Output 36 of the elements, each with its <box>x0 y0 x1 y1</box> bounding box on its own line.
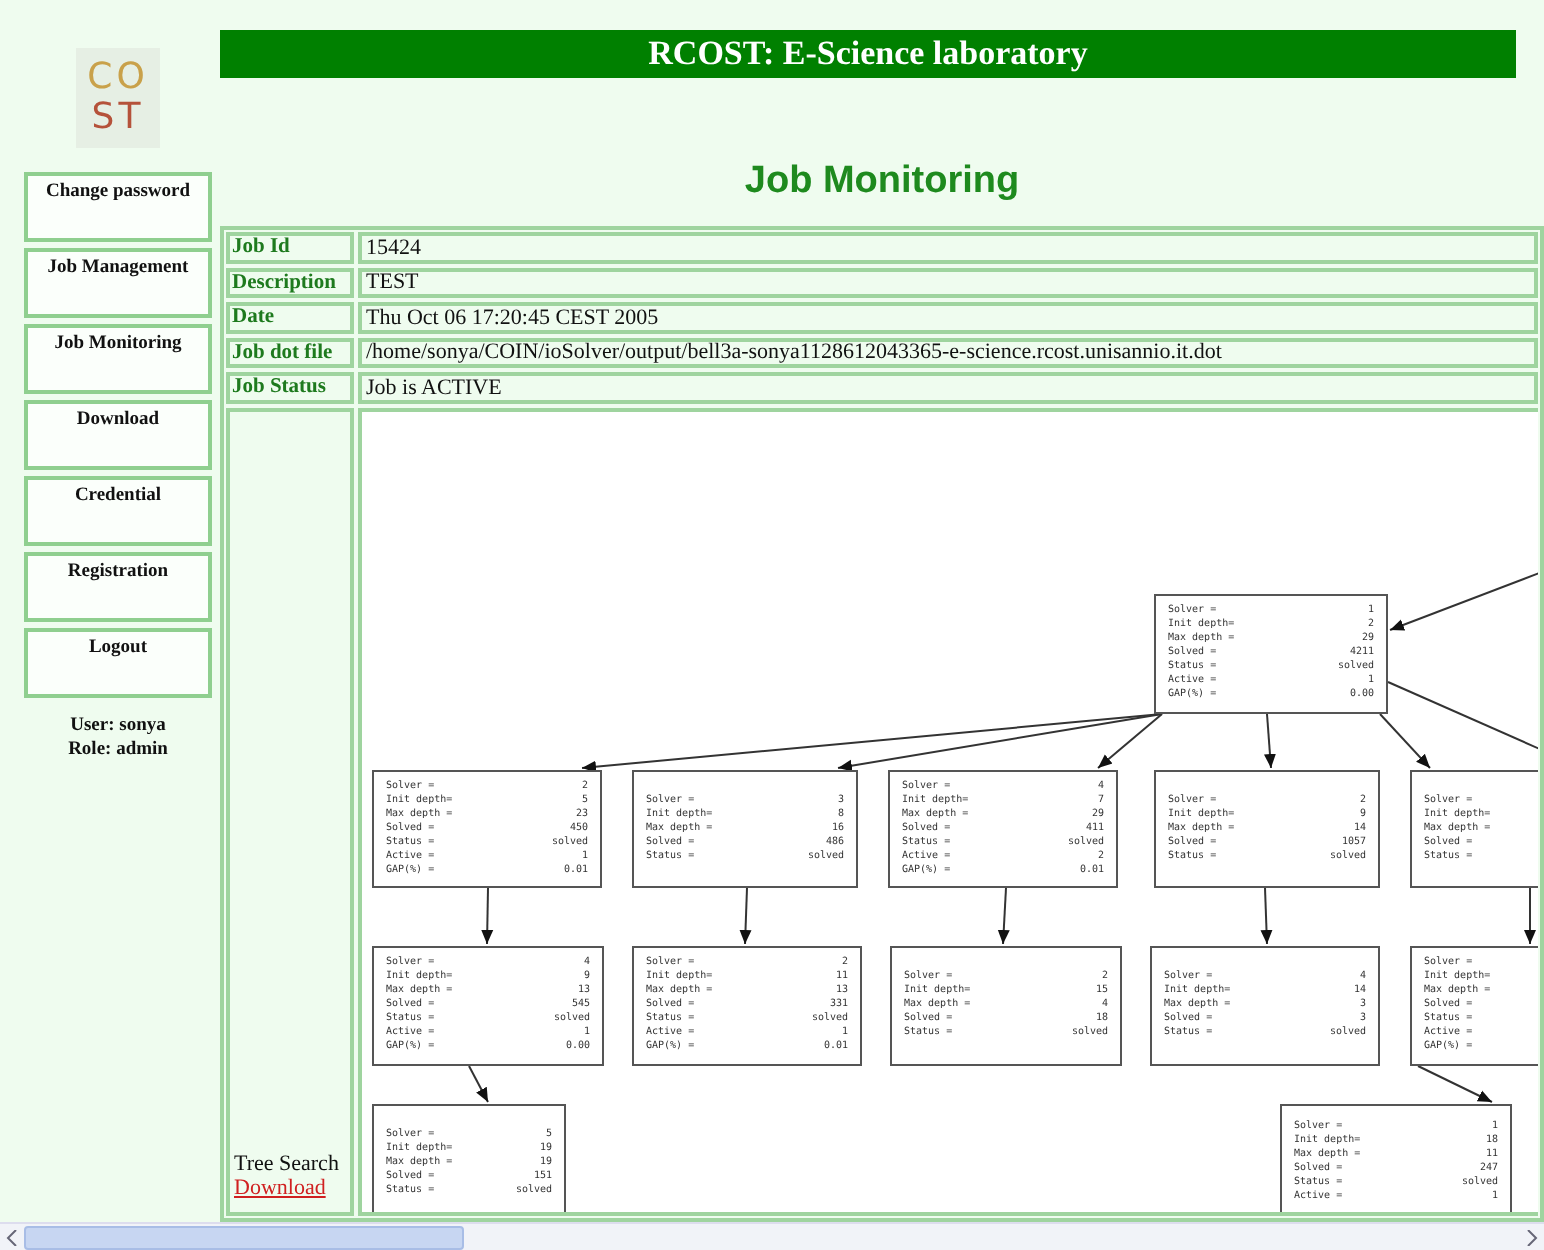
tree-search-label: Tree Search <box>234 1152 341 1176</box>
edge-arrow <box>1264 712 1276 768</box>
scroll-right-icon[interactable] <box>1526 1229 1538 1245</box>
download-link[interactable]: Download <box>234 1176 350 1200</box>
horizontal-scrollbar[interactable] <box>0 1222 1544 1250</box>
edge-arrow <box>468 1064 489 1102</box>
nav-button[interactable]: Registration <box>24 552 212 622</box>
field-value: TEST <box>358 267 1538 298</box>
field-label: Job Status <box>226 372 354 403</box>
header-title: RCOST: E-Science laboratory <box>220 30 1516 78</box>
scroll-left-icon[interactable] <box>6 1229 18 1245</box>
nav-button[interactable]: Download <box>24 400 212 470</box>
field-value: Thu Oct 06 17:20:45 CEST 2005 <box>358 302 1538 333</box>
page-title: Job Monitoring <box>742 160 1022 204</box>
edge-arrow <box>739 886 752 944</box>
field-value: 15424 <box>358 232 1538 263</box>
edge-arrow <box>997 886 1010 944</box>
field-label: Job dot file <box>226 337 354 368</box>
edge-arrow <box>481 886 494 944</box>
edge-arrow <box>1417 1064 1493 1102</box>
field-label: Description <box>226 267 354 298</box>
nav-button[interactable]: Logout <box>24 628 212 698</box>
nav-button[interactable]: Credential <box>24 476 212 546</box>
field-value: /home/sonya/COIN/ioSolver/output/bell3a-sonya1128612043365-e-science.rcost.unisannio.it.dot <box>358 337 1538 368</box>
nav-button[interactable]: Job Management <box>24 248 212 318</box>
field-label: Date <box>226 302 354 333</box>
nav-button[interactable]: Job Monitoring <box>24 324 212 394</box>
field-label: Job Id <box>226 232 354 263</box>
edge-arrow <box>1260 886 1273 944</box>
field-value: Job is ACTIVE <box>358 372 1538 403</box>
logo: CO ST <box>76 48 160 148</box>
nav-button[interactable]: Change password <box>24 172 212 242</box>
user-name: User: sonya <box>70 716 166 736</box>
edge-arrow <box>1524 886 1536 944</box>
user-role: Role: admin <box>68 740 168 760</box>
edge-arrow <box>1379 712 1431 768</box>
